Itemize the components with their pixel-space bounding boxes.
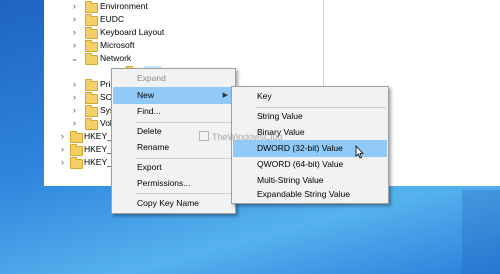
submenu-arrow-icon: ▶ [222, 92, 228, 99]
folder-icon [85, 92, 98, 104]
chevron-down-icon[interactable]: ⌄ [70, 52, 79, 65]
submenu-item-string-value[interactable]: String Value [233, 108, 387, 125]
menu-item-label: QWORD (64-bit) Value [257, 159, 344, 169]
menu-item-label: Find... [137, 106, 161, 116]
folder-icon [85, 1, 98, 13]
mouse-pointer-icon [355, 145, 364, 159]
submenu-item-expandable-string-value[interactable]: Expandable String Value [233, 187, 387, 202]
folder-icon [70, 157, 83, 169]
tree-item-label: Microsoft [100, 40, 135, 50]
chevron-right-icon[interactable]: › [70, 0, 79, 13]
folder-icon [85, 14, 98, 26]
tree-item-label: Network [100, 53, 132, 63]
chevron-right-icon[interactable]: › [70, 13, 79, 26]
chevron-right-icon[interactable]: › [70, 104, 79, 117]
tree-item-label: EUDC [100, 14, 125, 24]
tree-item-network[interactable]: ⌄ Network [64, 52, 214, 65]
tree-item-environment[interactable]: › Environment [64, 0, 214, 13]
chevron-right-icon[interactable]: › [70, 78, 79, 91]
tree-item-keyboard-layout[interactable]: › Keyboard Layout [64, 26, 214, 39]
folder-icon [85, 105, 98, 117]
tree-item-system[interactable]: › Syste [64, 104, 121, 117]
menu-separator [136, 193, 233, 194]
tree-item-volatile[interactable]: › Vola [64, 117, 117, 130]
chevron-right-icon[interactable]: › [70, 91, 79, 104]
folder-icon [85, 79, 98, 91]
menu-item-label: Delete [137, 126, 162, 136]
chevron-right-icon[interactable]: › [58, 156, 67, 169]
tree-item-microsoft[interactable]: › Microsoft [64, 39, 214, 52]
submenu-item-key[interactable]: Key [233, 88, 387, 105]
tree-item-eudc[interactable]: › EUDC [64, 13, 214, 26]
menu-item-label: Multi-String Value [257, 175, 324, 185]
watermark: TheWindowsClub [199, 131, 283, 142]
watermark-logo-icon [199, 131, 209, 141]
menu-item-label: Expand [137, 73, 166, 83]
folder-icon [85, 40, 98, 52]
tree-item-hkey-users[interactable]: › HKEY_U [56, 143, 118, 156]
menu-item-find[interactable]: Find... [113, 103, 234, 120]
tree-item-hkey-local-machine[interactable]: › HKEY_L [56, 130, 117, 143]
menu-item-label: Permissions... [137, 178, 191, 188]
chevron-right-icon[interactable]: › [58, 130, 67, 143]
menu-item-label: String Value [257, 111, 303, 121]
menu-item-export[interactable]: Export [113, 159, 234, 176]
chevron-right-icon[interactable]: › [70, 117, 79, 130]
tree-item-label: Environment [100, 1, 148, 11]
menu-item-label: Rename [137, 142, 170, 152]
folder-icon [85, 118, 98, 130]
menu-item-expand[interactable]: Expand [113, 70, 234, 87]
menu-item-label: Key [257, 91, 272, 101]
menu-item-label: New [137, 90, 155, 100]
folder-icon [70, 131, 83, 143]
menu-item-label: DWORD (32-bit) Value [257, 143, 343, 153]
folder-icon [85, 27, 98, 39]
chevron-right-icon[interactable]: › [58, 143, 67, 156]
folder-icon [70, 144, 83, 156]
menu-item-copy-key-name[interactable]: Copy Key Name [113, 195, 234, 212]
chevron-right-icon[interactable]: › [70, 39, 79, 52]
menu-item-label: Copy Key Name [137, 198, 199, 208]
folder-icon [85, 53, 98, 65]
menu-item-new[interactable]: New ▶ [113, 87, 234, 104]
tree-item-label: Keyboard Layout [100, 27, 165, 37]
menu-item-label: Expandable String Value [257, 189, 350, 199]
tree-item-print[interactable]: › Print [64, 78, 117, 91]
desktop-taskbar-edge [462, 190, 500, 274]
menu-item-label: Export [137, 162, 162, 172]
watermark-text: TheWindowsClub [212, 132, 283, 142]
tree-item-hkey-current-config[interactable]: › HKEY_C [56, 156, 118, 169]
menu-item-permissions[interactable]: Permissions... [113, 175, 234, 192]
chevron-right-icon[interactable]: › [70, 26, 79, 39]
tree-item-software[interactable]: › SOFT [64, 91, 123, 104]
